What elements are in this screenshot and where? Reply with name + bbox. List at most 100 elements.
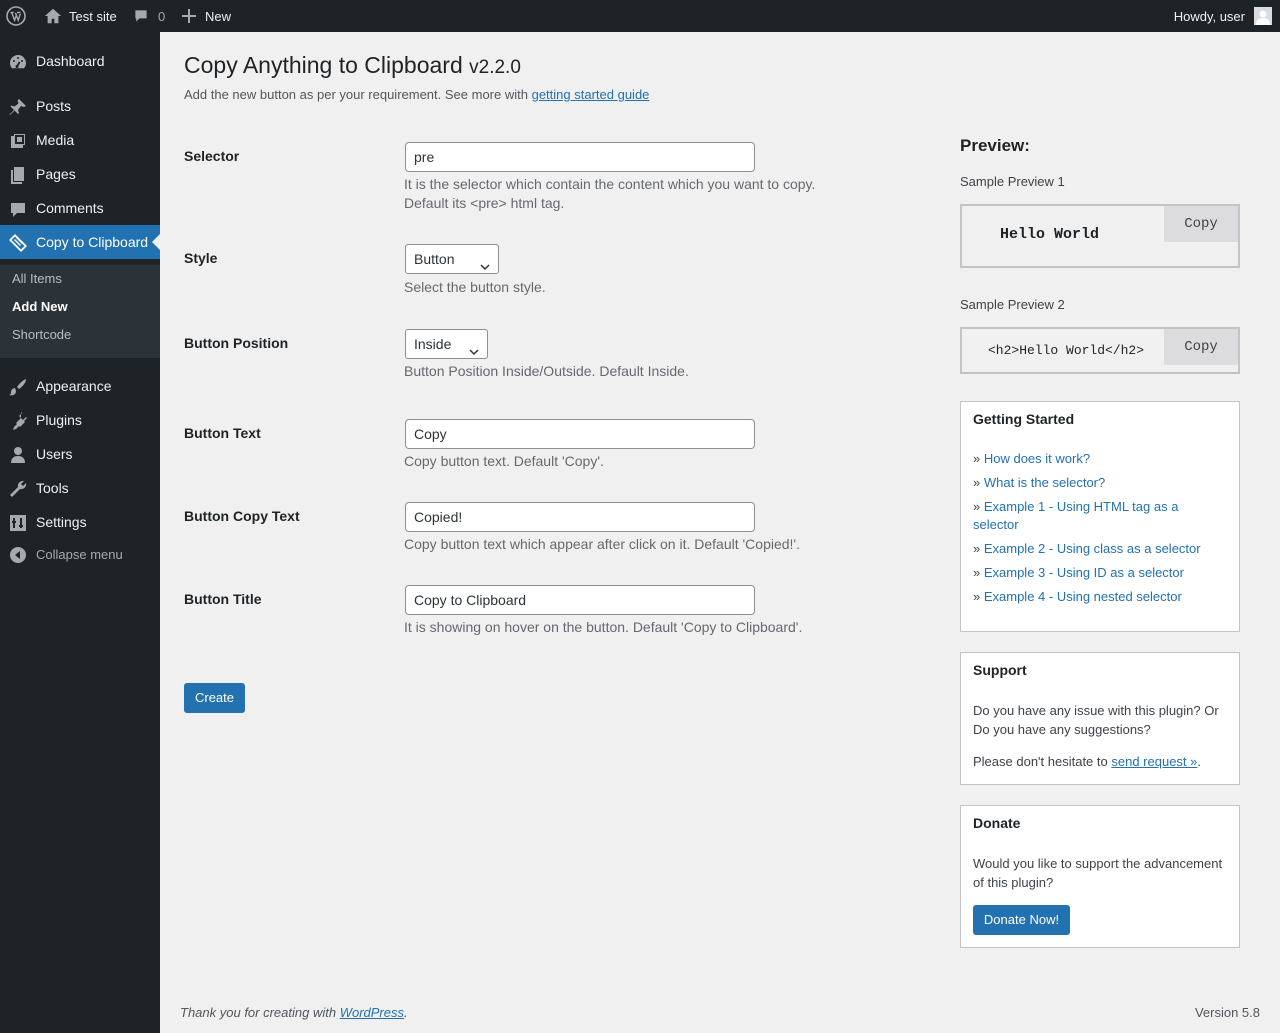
menu-label: Pages: [36, 166, 76, 182]
style-select[interactable]: Button: [405, 244, 499, 274]
wordpress-logo-icon[interactable]: [6, 0, 28, 32]
button-position-select-value: Inside: [414, 336, 452, 352]
menu-item-users[interactable]: Users: [0, 437, 160, 471]
button-position-label: Button Position: [184, 335, 289, 351]
support-cta: Please don't hesitate to send request ».: [973, 752, 1201, 771]
button-title-input[interactable]: [405, 585, 755, 615]
menu-label: Appearance: [36, 378, 112, 394]
page-title-text: Copy Anything to Clipboard: [184, 52, 463, 78]
example-4-link[interactable]: Example 4 - Using nested selector: [984, 589, 1182, 604]
submenu-item-shortcode[interactable]: Shortcode: [12, 321, 71, 349]
site-name-label: Test site: [69, 8, 117, 24]
comments-link[interactable]: 0: [133, 0, 165, 32]
avatar: [1254, 7, 1272, 25]
plug-icon: [8, 411, 28, 431]
button-title-help: It is showing on hover on the button. De…: [404, 619, 803, 635]
menu-label: Comments: [36, 200, 104, 216]
list-item: » Example 1 - Using HTML tag as a select…: [973, 499, 1179, 532]
menu-label: Copy to Clipboard: [36, 234, 149, 250]
sample-preview-1-label: Sample Preview 1: [960, 174, 1065, 189]
how-does-it-work-link[interactable]: How does it work?: [984, 451, 1090, 466]
button-copy-text-help: Copy button text which appear after clic…: [404, 536, 800, 552]
button-copy-text-input[interactable]: [405, 502, 755, 532]
support-text: Do you have any issue with this plugin? …: [973, 703, 1219, 737]
getting-started-box: Getting Started » How does it work? » Wh…: [960, 401, 1240, 632]
wordpress-link[interactable]: WordPress: [340, 1005, 404, 1020]
create-button[interactable]: Create: [184, 683, 245, 713]
my-account-link[interactable]: Howdy, user: [1174, 0, 1272, 32]
what-is-selector-link[interactable]: What is the selector?: [984, 475, 1105, 490]
collapse-menu-button[interactable]: Collapse menu: [0, 540, 160, 570]
menu-item-appearance[interactable]: Appearance: [0, 369, 160, 403]
menu-item-settings[interactable]: Settings: [0, 505, 160, 539]
admin-menu: Dashboard Posts Media Pages Comments Cop…: [0, 32, 160, 1033]
selector-input[interactable]: [405, 142, 755, 172]
menu-item-media[interactable]: Media: [0, 123, 160, 157]
chevron-down-icon: [480, 253, 490, 271]
user-icon: [8, 445, 28, 465]
button-position-select[interactable]: Inside: [405, 329, 488, 359]
description-text: Add the new button as per your requireme…: [184, 87, 528, 102]
style-label: Style: [184, 250, 218, 266]
support-cta-suffix: .: [1197, 754, 1202, 769]
style-help: Select the button style.: [404, 279, 546, 295]
comments-count: 0: [158, 8, 166, 24]
menu-label: Media: [36, 132, 75, 148]
sample-preview-1-copy-button[interactable]: Copy: [1164, 206, 1238, 242]
page-description: Add the new button as per your requireme…: [184, 87, 649, 102]
list-item: » Example 3 - Using ID as a selector: [973, 565, 1184, 580]
button-copy-text-label: Button Copy Text: [184, 508, 300, 524]
new-content-link[interactable]: New: [182, 0, 231, 32]
menu-item-dashboard[interactable]: Dashboard: [0, 44, 160, 78]
button-text-input[interactable]: [405, 419, 755, 449]
submenu-item-all-items[interactable]: All Items: [12, 265, 62, 293]
button-position-help: Button Position Inside/Outside. Default …: [404, 363, 689, 379]
menu-item-plugins[interactable]: Plugins: [0, 403, 160, 437]
menu-item-tools[interactable]: Tools: [0, 471, 160, 505]
plus-icon: [182, 9, 196, 23]
footer-thankyou: Thank you for creating with WordPress.: [180, 1005, 408, 1020]
support-title: Support: [973, 662, 1027, 678]
submenu-item-add-new[interactable]: Add New: [12, 293, 68, 321]
footer-version: Version 5.8: [1194, 1005, 1260, 1020]
example-2-link[interactable]: Example 2 - Using class as a selector: [984, 541, 1201, 556]
donate-now-button[interactable]: Donate Now!: [973, 905, 1070, 935]
style-select-value: Button: [414, 251, 455, 267]
page-title: Copy Anything to Clipboard v2.2.0: [184, 51, 521, 82]
list-item: » What is the selector?: [973, 475, 1106, 490]
example-3-link[interactable]: Example 3 - Using ID as a selector: [984, 565, 1184, 580]
clipboard-icon: [8, 233, 28, 253]
example-1-link[interactable]: Example 1 - Using HTML tag as a selector: [973, 499, 1178, 532]
sliders-icon: [8, 513, 28, 533]
getting-started-guide-link[interactable]: getting started guide: [532, 87, 650, 102]
button-text-label: Button Text: [184, 425, 261, 441]
site-name-link[interactable]: Test site: [44, 0, 117, 32]
menu-item-posts[interactable]: Posts: [0, 89, 160, 123]
menu-item-comments[interactable]: Comments: [0, 191, 160, 225]
sample-preview-2-copy-button[interactable]: Copy: [1164, 329, 1238, 365]
donate-box: Donate Would you like to support the adv…: [960, 805, 1240, 948]
button-text-help: Copy button text. Default 'Copy'.: [404, 453, 604, 469]
list-item: » Example 2 - Using class as a selector: [973, 541, 1201, 556]
wrench-icon: [8, 479, 28, 499]
comment-icon: [8, 199, 28, 219]
selector-help-line-1: It is the selector which contain the con…: [404, 176, 816, 192]
menu-label: Settings: [36, 514, 87, 530]
send-request-link[interactable]: send request »: [1111, 754, 1197, 769]
support-box: Support Do you have any issue with this …: [960, 652, 1240, 785]
chevron-down-icon: [469, 338, 479, 356]
selector-label: Selector: [184, 148, 240, 164]
menu-item-pages[interactable]: Pages: [0, 157, 160, 191]
footer-thanks-suffix: .: [404, 1005, 408, 1020]
preview-heading: Preview:: [960, 136, 1030, 155]
sample-preview-2-label: Sample Preview 2: [960, 297, 1065, 312]
menu-item-copy-to-clipboard[interactable]: Copy to Clipboard: [0, 225, 160, 259]
dashboard-icon: [8, 52, 28, 72]
collapse-arrow-icon: [10, 547, 26, 563]
new-label: New: [205, 8, 232, 24]
sample-preview-1-code: Hello World: [1000, 226, 1100, 243]
media-icon: [8, 131, 28, 151]
submenu-copy-to-clipboard: All Items Add New Shortcode: [0, 265, 160, 358]
donate-text: Would you like to support the advancemen…: [973, 856, 1223, 890]
list-item: » Example 4 - Using nested selector: [973, 589, 1182, 604]
